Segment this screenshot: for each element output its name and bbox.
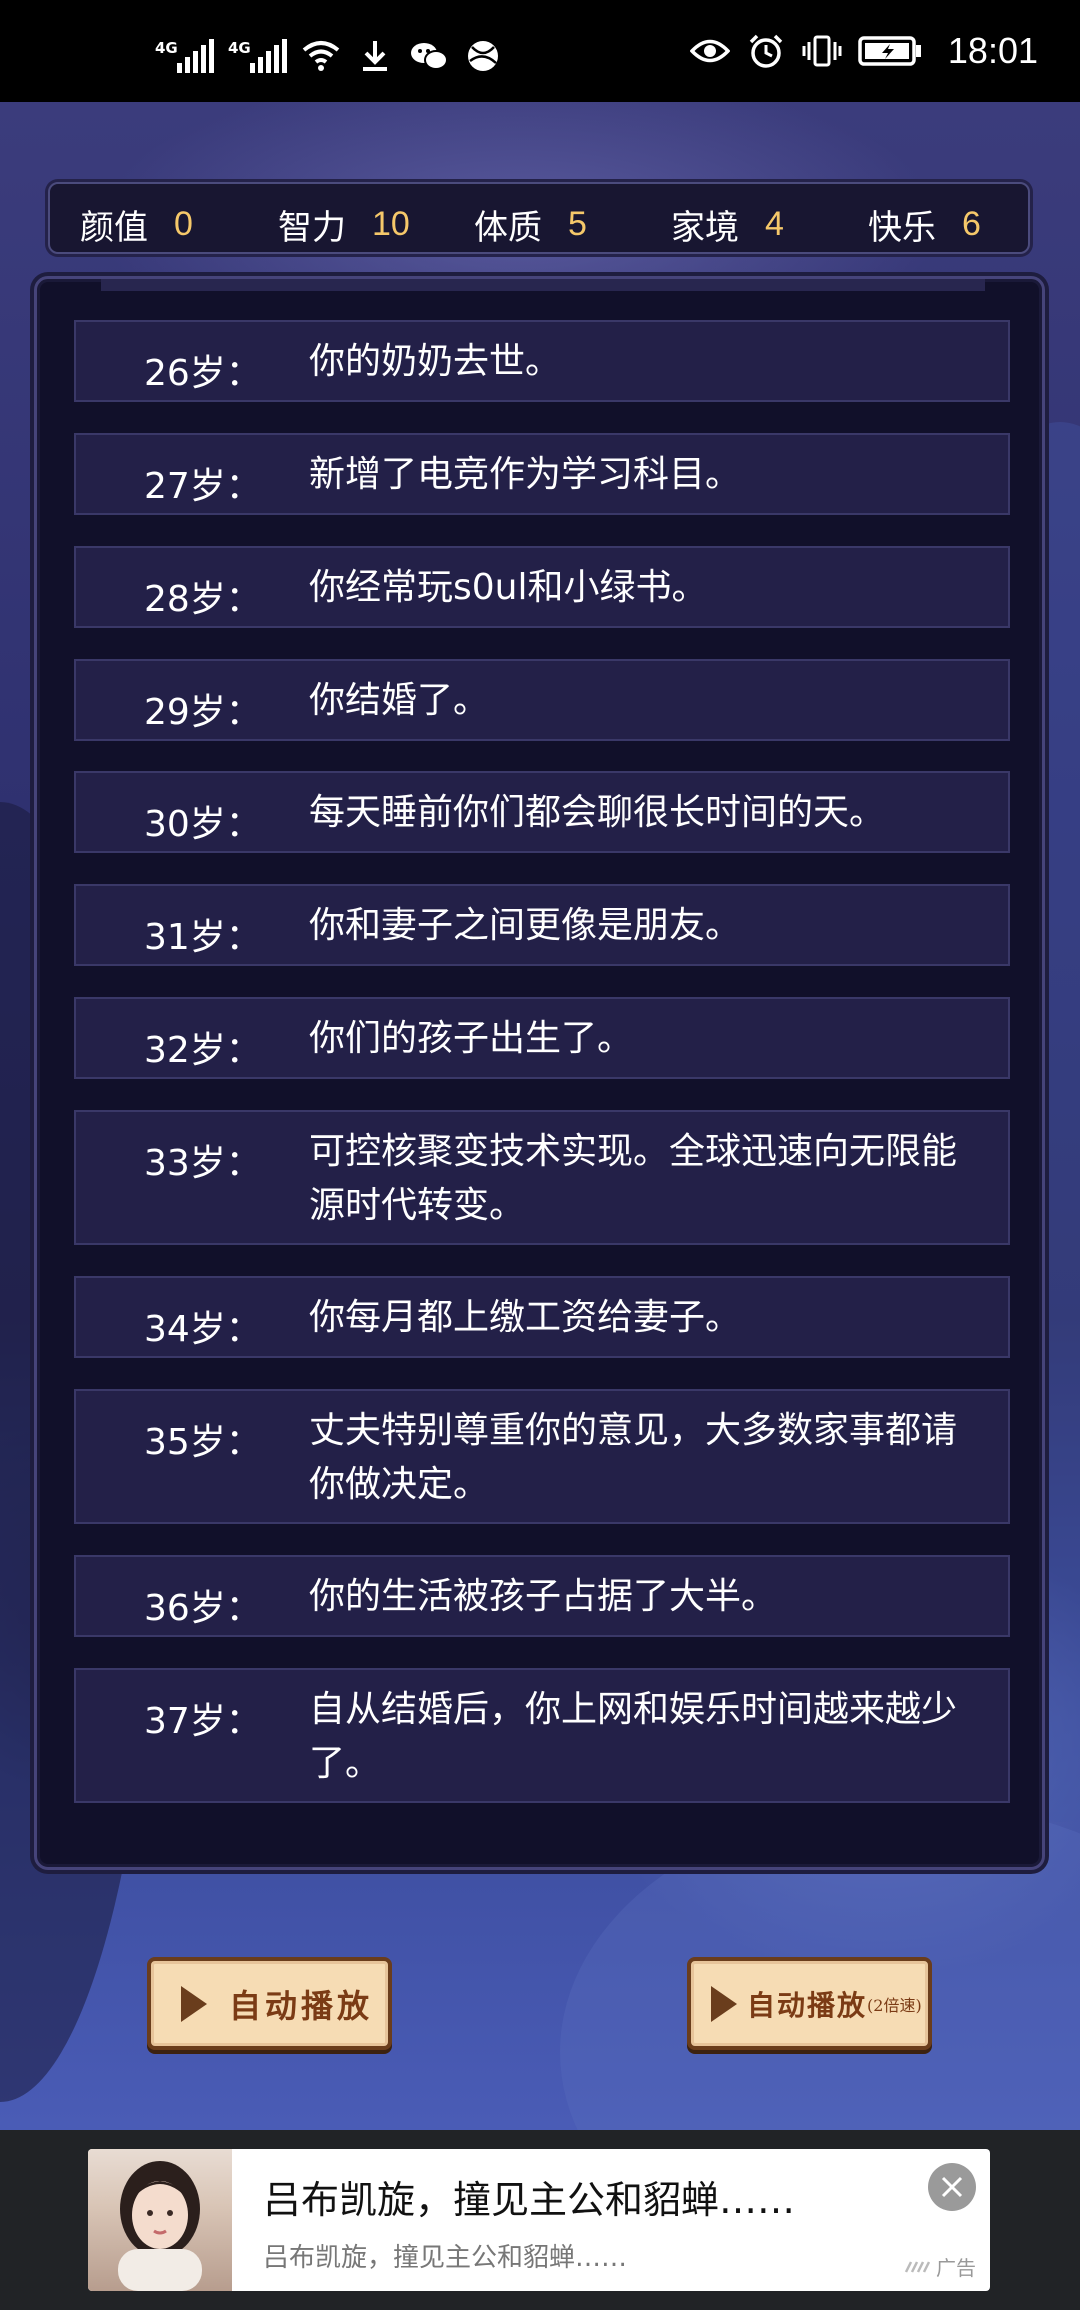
event-row: 33岁： 可控核聚变技术实现。全球迅速向无限能源时代转变。 xyxy=(74,1110,1010,1245)
stat-label: 体质 xyxy=(474,208,542,248)
stat-label: 智力 xyxy=(278,208,346,248)
cellular-signal-icon: 4G xyxy=(155,39,214,73)
auto-play-fast-button[interactable]: 自动播放 (2倍速) xyxy=(687,1957,932,2050)
event-age: 29岁： xyxy=(144,692,262,733)
speed-note: (2倍速) xyxy=(867,1995,922,2015)
attributes-bar: 颜值 0 智力 10 体质 5 家境 4 快乐 6 xyxy=(48,182,1030,254)
vibrate-icon xyxy=(802,31,842,71)
play-icon xyxy=(711,1985,737,2022)
event-row: 36岁： 你的生活被孩子占据了大半。 xyxy=(74,1555,1010,1637)
event-age: 30岁： xyxy=(144,804,262,845)
event-age: 32岁： xyxy=(144,1030,262,1071)
event-text: 你的生活被孩子占据了大半。 xyxy=(309,1576,778,1617)
event-row: 31岁： 你和妻子之间更像是朋友。 xyxy=(74,884,1010,966)
event-text: 每天睡前你们都会聊很长时间的天。 xyxy=(309,792,886,833)
event-row: 34岁： 你每月都上缴工资给妻子。 xyxy=(74,1276,1010,1358)
event-text: 丈夫特别尊重你的意见，大多数家事都请你做决定。 xyxy=(309,1410,958,1505)
life-events-panel[interactable]: 26岁： 你的奶奶去世。 27岁： 新增了电竞作为学习科目。 28岁： 你经常玩… xyxy=(34,276,1045,1870)
close-ad-button[interactable] xyxy=(928,2163,976,2211)
status-bar: 4G 4G 18:01 xyxy=(0,0,1080,102)
cellular-signal-icon-2: 4G xyxy=(228,39,287,73)
eye-icon xyxy=(689,31,730,71)
event-row: 30岁： 每天睡前你们都会聊很长时间的天。 xyxy=(74,771,1010,853)
auto-play-fast-label: 自动播放 xyxy=(747,1988,868,2022)
download-icon xyxy=(355,36,395,76)
ad-badge: 广告 xyxy=(904,2252,976,2281)
event-row: 32岁： 你们的孩子出生了。 xyxy=(74,997,1010,1079)
stat-value: 10 xyxy=(372,205,410,243)
stat-label: 快乐 xyxy=(868,208,936,248)
stat-value: 0 xyxy=(174,205,193,243)
event-text: 你和妻子之间更像是朋友。 xyxy=(309,905,742,946)
event-text: 自从结婚后，你上网和娱乐时间越来越少了。 xyxy=(309,1689,958,1784)
battery-charging-icon xyxy=(858,31,924,71)
ad-title[interactable]: 吕布凯旋，撞见主公和貂蝉…… xyxy=(263,2169,795,2224)
stat-label: 家境 xyxy=(671,208,739,248)
stat-happiness: 快乐 6 xyxy=(868,200,981,249)
event-text: 新增了电竞作为学习科目。 xyxy=(309,454,742,495)
event-age: 28岁： xyxy=(144,579,262,620)
event-text: 你每月都上缴工资给妻子。 xyxy=(309,1297,742,1338)
play-icon xyxy=(181,1985,207,2022)
stat-value: 4 xyxy=(765,205,784,243)
ad-thumbnail xyxy=(88,2149,232,2291)
ad-network-icon xyxy=(904,2260,930,2273)
event-text: 你们的孩子出生了。 xyxy=(309,1018,634,1059)
clock: 18:01 xyxy=(947,30,1038,71)
event-row: 28岁： 你经常玩s0ul和小绿书。 xyxy=(74,546,1010,628)
stat-family: 家境 4 xyxy=(671,200,784,249)
wechat-icon xyxy=(409,36,449,76)
ad-description[interactable]: 吕布凯旋，撞见主公和貂蝉…… xyxy=(263,2237,627,2274)
stat-intelligence: 智力 10 xyxy=(278,200,410,249)
event-text: 你的奶奶去世。 xyxy=(309,341,562,382)
event-age: 34岁： xyxy=(144,1309,262,1350)
event-row: 26岁： 你的奶奶去世。 xyxy=(74,320,1010,402)
ball-icon xyxy=(463,36,503,76)
stat-appearance: 颜值 0 xyxy=(80,200,193,249)
stat-label: 颜值 xyxy=(80,208,148,248)
previous-event-edge xyxy=(101,279,985,291)
event-age: 36岁： xyxy=(144,1588,262,1629)
event-row: 35岁： 丈夫特别尊重你的意见，大多数家事都请你做决定。 xyxy=(74,1389,1010,1524)
network-type-label: 4G xyxy=(155,39,178,57)
event-text: 你经常玩s0ul和小绿书。 xyxy=(309,567,708,608)
event-text: 可控核聚变技术实现。全球迅速向无限能源时代转变。 xyxy=(309,1131,958,1226)
ad-label: 广告 xyxy=(936,2256,976,2280)
event-age: 27岁： xyxy=(144,466,262,507)
event-age: 31岁： xyxy=(144,917,262,958)
event-age: 35岁： xyxy=(144,1422,262,1463)
stat-value: 6 xyxy=(962,205,981,243)
event-age: 26岁： xyxy=(144,353,262,394)
alarm-icon xyxy=(746,31,786,71)
event-row: 27岁： 新增了电竞作为学习科目。 xyxy=(74,433,1010,515)
event-age: 37岁： xyxy=(144,1701,262,1742)
event-row: 37岁： 自从结婚后，你上网和娱乐时间越来越少了。 xyxy=(74,1668,1010,1803)
stat-value: 5 xyxy=(568,205,587,243)
wifi-icon xyxy=(301,36,341,76)
stat-constitution: 体质 5 xyxy=(474,200,587,249)
event-row: 29岁： 你结婚了。 xyxy=(74,659,1010,741)
event-age: 33岁： xyxy=(144,1143,262,1184)
event-text: 你结婚了。 xyxy=(309,680,490,721)
close-icon xyxy=(941,2176,963,2198)
ad-banner[interactable]: 吕布凯旋，撞见主公和貂蝉…… 吕布凯旋，撞见主公和貂蝉…… 广告 xyxy=(88,2149,990,2291)
auto-play-label: 自动播放 xyxy=(229,1986,374,2025)
auto-play-button[interactable]: 自动播放 xyxy=(147,1957,392,2050)
network-type-label-2: 4G xyxy=(228,39,251,57)
